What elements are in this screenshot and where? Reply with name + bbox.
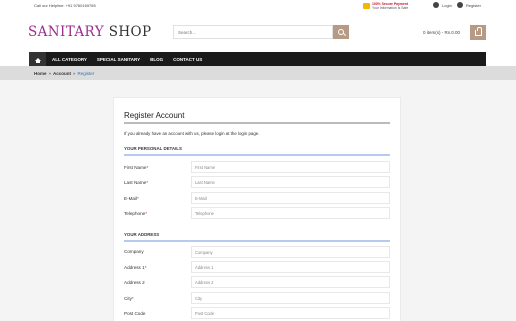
search-input[interactable]: Search...	[173, 25, 333, 39]
telephone-input[interactable]: Telephone	[191, 207, 390, 219]
cart-icon	[474, 26, 482, 36]
nav-contact-us[interactable]: CONTACT US	[173, 57, 202, 62]
cart-button[interactable]	[470, 25, 486, 40]
address-1-input[interactable]: Address 1	[191, 261, 390, 273]
login-hint-text: If you already have an account with us, …	[124, 131, 260, 136]
lock-icon	[363, 3, 370, 9]
nav-blog[interactable]: BLOG	[150, 57, 163, 62]
breadcrumb: Home » Account » Register	[34, 71, 96, 76]
breadcrumb-home[interactable]: Home	[34, 71, 47, 76]
search-button[interactable]	[333, 25, 349, 39]
cart-summary[interactable]: 0 item(s) - Rs.0.00	[423, 30, 460, 35]
breadcrumb-separator: »	[48, 71, 52, 76]
address-heading: YOUR ADDRESS	[124, 232, 160, 237]
post-code-input[interactable]: Post Code	[191, 307, 390, 319]
last-name-label: Last Name*	[124, 180, 149, 185]
site-logo[interactable]: SANITARY SHOP	[28, 24, 152, 40]
company-label: Company	[124, 249, 144, 254]
first-name-label: First Name*	[124, 165, 149, 170]
helpline-text: Call our Helpline: +91 9760169765	[34, 3, 96, 8]
post-code-label: Post Code	[124, 311, 146, 316]
home-icon	[34, 57, 41, 63]
nav-special-sanitary[interactable]: SPECIAL SANITARY	[97, 57, 140, 62]
address-1-label: Address 1*	[124, 265, 147, 270]
main-nav: ALL CATEGORY SPECIAL SANITARY BLOG CONTA…	[0, 52, 516, 66]
city-input[interactable]: City	[191, 292, 390, 304]
breadcrumb-separator: »	[73, 71, 76, 76]
breadcrumb-register[interactable]: Register	[78, 71, 95, 76]
page-title: Register Account	[124, 111, 185, 120]
address-2-input[interactable]: Address 2	[191, 276, 390, 288]
address-2-label: Address 2	[124, 280, 145, 285]
login-link[interactable]: Login	[433, 2, 452, 8]
search-icon	[338, 29, 344, 35]
register-label: Register	[466, 2, 481, 8]
company-input[interactable]: Company	[191, 246, 390, 258]
email-input[interactable]: E-Mail	[191, 192, 390, 204]
telephone-label: Telephone*	[124, 211, 147, 216]
user-icon	[433, 2, 439, 8]
breadcrumb-account[interactable]: Account	[53, 71, 71, 76]
nav-home-button[interactable]	[29, 52, 46, 66]
logo-text-2: SHOP	[104, 24, 152, 40]
personal-details-heading: YOUR PERSONAL DETAILS	[124, 146, 182, 151]
secure-payment-badge: 100% Secure Payment Your Information Is …	[363, 2, 408, 10]
first-name-input[interactable]: First Name	[191, 161, 390, 173]
register-form-card: Register Account If you already have an …	[113, 97, 401, 321]
breadcrumb-bar: Home » Account » Register	[0, 66, 516, 80]
register-icon	[457, 2, 463, 8]
register-link[interactable]: Register	[457, 2, 481, 8]
secure-line-2: Your Information Is Safe	[372, 6, 409, 10]
last-name-input[interactable]: Last Name	[191, 176, 390, 188]
personal-details-divider	[124, 154, 390, 156]
header: SANITARY SHOP Search... 0 item(s) - Rs.0…	[0, 12, 516, 52]
address-divider	[124, 240, 390, 242]
email-label: E-Mail*	[124, 196, 139, 201]
nav-all-category[interactable]: ALL CATEGORY	[52, 57, 87, 62]
title-divider	[124, 122, 390, 124]
top-bar: Call our Helpline: +91 9760169765 100% S…	[0, 0, 516, 12]
city-label: City*	[124, 296, 134, 301]
logo-text-1: SANITARY	[28, 24, 105, 40]
login-label: Login	[442, 2, 452, 8]
